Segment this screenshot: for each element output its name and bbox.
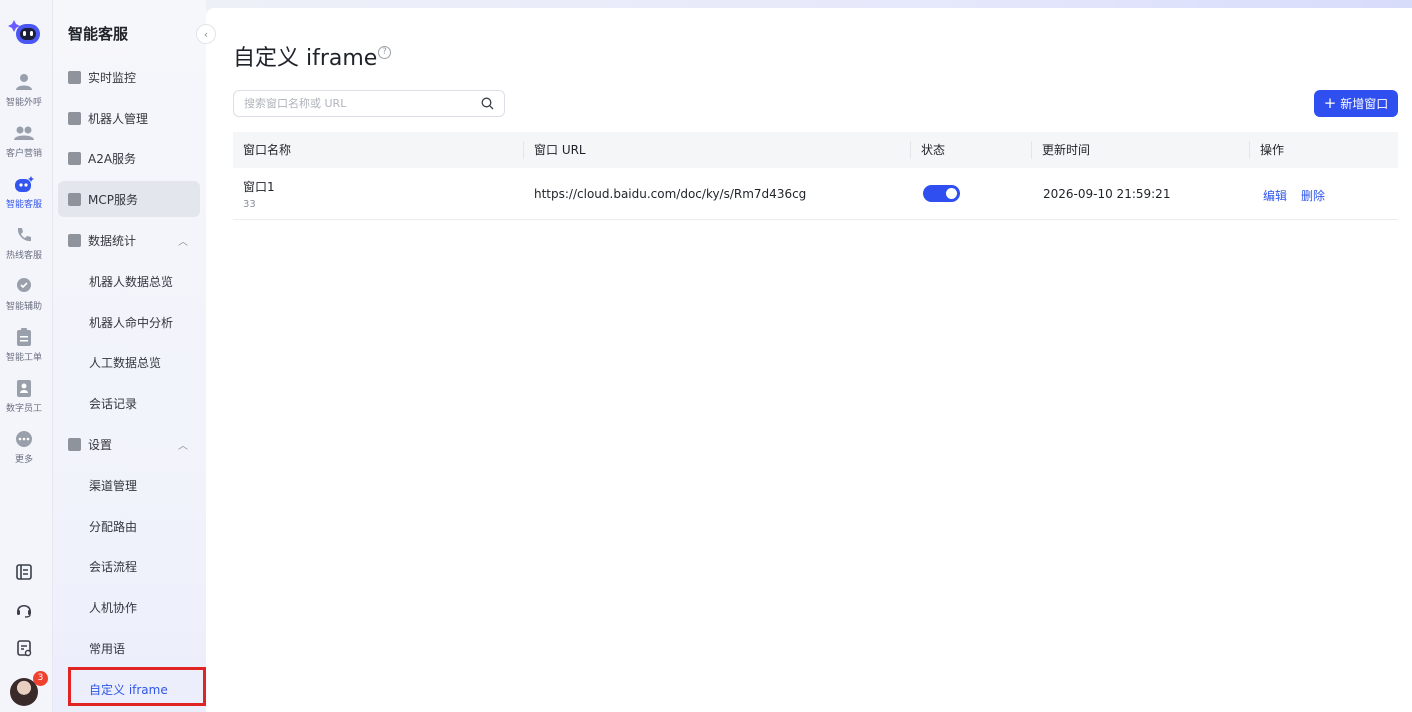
sidebar-subitem-routing[interactable]: 分配路由: [89, 518, 137, 535]
assist-icon: [14, 276, 34, 296]
column-header-status: 状态: [921, 143, 946, 157]
column-header-updated: 更新时间: [1042, 143, 1091, 157]
sidebar-item-label: A2A服务: [88, 151, 137, 166]
column-header-actions: 操作: [1260, 143, 1285, 157]
rail-item-digital-staff[interactable]: 数字员工: [0, 378, 48, 422]
settings-icon: [68, 437, 81, 451]
sidebar-item-a2a[interactable]: A2A服务: [58, 140, 200, 176]
sidebar-subitem-collab[interactable]: 人机协作: [89, 599, 137, 616]
docs-icon[interactable]: [12, 560, 36, 584]
sidebar-item-label: 机器人管理: [88, 111, 149, 126]
rail-item-label: 更多: [14, 455, 33, 465]
sidebar-item-label: 数据统计: [88, 233, 137, 248]
page-title: 自定义 iframe: [233, 46, 378, 71]
robot-service-icon: [14, 174, 34, 194]
status-toggle[interactable]: [923, 185, 960, 202]
sidebar-item-label: MCP服务: [88, 192, 138, 207]
sidebar-item-settings[interactable]: 设置 ︿: [58, 426, 200, 462]
rail-item-label: 智能外呼: [5, 98, 42, 108]
row-name-cell: 窗口1 33: [243, 178, 275, 210]
sidebar-item-robot-manage[interactable]: 机器人管理: [58, 100, 200, 136]
badge-icon: [14, 378, 34, 398]
sidebar-subitem-phrases[interactable]: 常用语: [89, 640, 125, 657]
column-header-name: 窗口名称: [243, 143, 292, 157]
sidebar-title: 智能客服: [68, 25, 129, 43]
rail-item-assist[interactable]: 智能辅助: [0, 276, 48, 320]
search-icon[interactable]: [481, 97, 494, 110]
column-header-url: 窗口 URL: [534, 143, 586, 157]
chevron-up-icon: ︿: [178, 236, 188, 248]
rail-item-label: 数字员工: [5, 404, 42, 414]
sidebar-subitem-robot-overview[interactable]: 机器人数据总览: [89, 273, 173, 290]
row-url: https://cloud.baidu.com/doc/ky/s/Rm7d436…: [534, 187, 807, 201]
rail-item-service[interactable]: 智能客服: [0, 174, 48, 218]
stats-icon: [68, 233, 81, 247]
rail-item-more[interactable]: 更多: [0, 429, 48, 473]
rail-item-outbound[interactable]: 智能外呼: [0, 72, 48, 116]
top-gradient: [206, 0, 1412, 8]
edit-button[interactable]: 编辑: [1263, 187, 1287, 204]
row-name: 窗口1: [243, 180, 275, 194]
task-icon[interactable]: [12, 636, 36, 660]
sidebar-item-monitor[interactable]: 实时监控: [58, 59, 200, 95]
sidebar-item-label: 设置: [88, 437, 113, 452]
rail-item-label: 智能辅助: [5, 302, 42, 312]
sidebar-subitem-channels[interactable]: 渠道管理: [89, 477, 137, 494]
app-rail: 智能外呼 客户营销 智能客服 热线客服 智能辅助 智能工单 数字员工 更多 3: [0, 0, 53, 712]
sidebar-subitem-flow[interactable]: 会话流程: [89, 558, 137, 575]
sidebar-item-stats[interactable]: 数据统计 ︿: [58, 222, 200, 258]
notification-badge: 3: [33, 671, 48, 686]
more-icon: [14, 429, 34, 449]
add-window-button[interactable]: + 新增窗口: [1314, 90, 1398, 117]
chart-icon: [68, 70, 81, 84]
main-content: 自定义 iframe ? + 新增窗口 窗口名称 窗口 URL 状态 更新时间 …: [206, 8, 1412, 712]
row-updated: 2026-09-10 21:59:21: [1043, 187, 1171, 201]
chevron-up-icon: ︿: [178, 440, 188, 452]
search-input[interactable]: [244, 91, 474, 116]
rail-item-marketing[interactable]: 客户营销: [0, 123, 48, 167]
plus-icon: +: [1323, 94, 1337, 112]
chevron-left-icon: ‹: [203, 27, 209, 41]
help-icon[interactable]: ?: [378, 46, 391, 59]
users-icon: [14, 123, 34, 143]
rail-item-label: 智能工单: [5, 353, 42, 363]
sidebar-subitem-iframe[interactable]: 自定义 iframe: [89, 681, 168, 698]
table-header: 窗口名称 窗口 URL 状态 更新时间 操作: [233, 132, 1398, 168]
sidebar-subitem-human-overview[interactable]: 人工数据总览: [89, 354, 161, 371]
delete-button[interactable]: 删除: [1301, 187, 1325, 204]
rail-item-label: 客户营销: [5, 149, 42, 159]
table-row: 窗口1 33 https://cloud.baidu.com/doc/ky/s/…: [233, 168, 1398, 220]
clipboard-icon: [14, 327, 34, 347]
toggle-knob: [946, 188, 957, 199]
sidebar-item-mcp[interactable]: MCP服务: [58, 181, 200, 217]
sidebar: 智能客服 实时监控 机器人管理 A2A服务 MCP服务 数据统计 ︿ 机器人数据…: [53, 0, 206, 712]
sidebar-subitem-robot-hit[interactable]: 机器人命中分析: [89, 314, 173, 331]
hotline-icon: [14, 225, 34, 245]
rail-item-label: 热线客服: [5, 251, 42, 261]
row-sub: 33: [243, 199, 256, 210]
collapse-sidebar-button[interactable]: ‹: [196, 24, 216, 44]
phone-robot-icon: [14, 72, 34, 92]
robot-icon: [68, 111, 81, 125]
headset-icon[interactable]: [12, 598, 36, 622]
rail-item-ticket[interactable]: 智能工单: [0, 327, 48, 371]
iframe-table: 窗口名称 窗口 URL 状态 更新时间 操作 窗口1 33 https://cl…: [233, 132, 1398, 220]
sidebar-subitem-sessions[interactable]: 会话记录: [89, 395, 137, 412]
add-window-label: 新增窗口: [1340, 97, 1389, 111]
rail-item-hotline[interactable]: 热线客服: [0, 225, 48, 269]
search-box: [233, 90, 505, 117]
app-logo-icon[interactable]: [8, 18, 40, 46]
rail-item-label: 智能客服: [5, 200, 42, 210]
mcp-icon: [68, 192, 81, 206]
sidebar-item-label: 实时监控: [88, 70, 137, 85]
a2a-icon: [68, 151, 81, 165]
